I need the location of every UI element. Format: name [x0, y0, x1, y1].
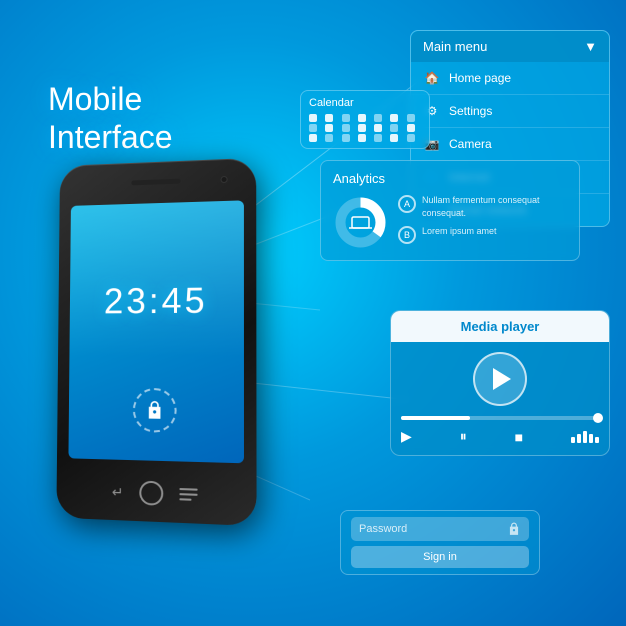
menu-dropdown-arrow[interactable]: ▼: [584, 39, 597, 54]
menu-header-label: Main menu: [423, 39, 487, 54]
page-title: Mobile Interface: [48, 80, 173, 157]
password-label: Password: [359, 523, 501, 535]
cal-dot: [407, 134, 415, 142]
cal-dot: [390, 114, 398, 122]
cal-dot: [342, 134, 350, 142]
phone-nav-buttons: ↵: [57, 478, 257, 510]
analytics-content: A Nullam fermentum consequat consequat. …: [333, 194, 567, 250]
menu-item-settings[interactable]: ⚙ Settings: [411, 95, 609, 128]
scrubber-fill: [401, 416, 470, 420]
media-scrubber[interactable]: [401, 416, 599, 420]
pause-control-icon[interactable]: ⏸: [460, 428, 467, 445]
scrubber-dot: [593, 413, 603, 423]
media-player-header: Media player: [391, 311, 609, 342]
calendar-label: Calendar: [309, 97, 421, 109]
analytics-row-b: B Lorem ipsum amet: [398, 225, 567, 244]
home-button: [139, 481, 163, 506]
cal-dot: [374, 124, 382, 132]
password-lock-icon: [507, 522, 521, 536]
phone-speaker: [131, 179, 180, 186]
media-player-panel: Media player ▶ ⏸ ■: [390, 310, 610, 456]
password-row: Password: [351, 517, 529, 541]
phone-screen: 23:45: [68, 200, 244, 463]
analytics-desc-a: Nullam fermentum consequat consequat.: [422, 194, 567, 219]
phone-lock-circle: [133, 388, 177, 433]
cal-dot: [342, 114, 350, 122]
media-controls: ▶ ⏸ ■: [401, 428, 599, 445]
play-control-icon[interactable]: ▶: [401, 428, 412, 445]
cal-dot: [325, 114, 333, 122]
phone-body: 23:45 ↵: [56, 158, 256, 526]
menu-item-home-label: Home page: [449, 71, 511, 85]
stop-control-icon[interactable]: ■: [515, 429, 523, 445]
analytics-text: A Nullam fermentum consequat consequat. …: [398, 194, 567, 250]
analytics-panel: Analytics A Nullam fermentum consequat c…: [320, 160, 580, 261]
cal-dot: [374, 114, 382, 122]
phone-camera: [221, 176, 228, 183]
signin-button[interactable]: Sign in: [351, 546, 529, 568]
vol-bar-1: [571, 437, 575, 443]
media-player-body: ▶ ⏸ ■: [391, 342, 609, 455]
cal-dot: [325, 124, 333, 132]
panels-area: Main menu ▼ 🏠 Home page ⚙ Settings 📷 Cam…: [300, 30, 610, 600]
signin-panel: Password Sign in: [340, 510, 540, 575]
cal-dot: [407, 114, 415, 122]
analytics-label-a: A: [398, 195, 416, 213]
cal-dot: [390, 124, 398, 132]
menu-item-settings-label: Settings: [449, 104, 492, 118]
menu-item-home[interactable]: 🏠 Home page: [411, 62, 609, 95]
back-button-icon: ↵: [112, 483, 124, 501]
calendar-panel: Calendar: [300, 90, 430, 149]
home-icon: 🏠: [423, 69, 441, 87]
cal-dot: [358, 124, 366, 132]
cal-dot: [309, 114, 317, 122]
cal-dot: [374, 134, 382, 142]
cal-dot: [342, 124, 350, 132]
analytics-desc-b: Lorem ipsum amet: [422, 225, 497, 238]
media-play-button[interactable]: [473, 352, 527, 406]
play-icon: [493, 368, 511, 390]
volume-indicator: [571, 431, 599, 443]
analytics-row-a: A Nullam fermentum consequat consequat.: [398, 194, 567, 219]
analytics-header: Analytics: [333, 171, 567, 186]
donut-chart: [333, 195, 388, 250]
menu-header: Main menu ▼: [411, 31, 609, 62]
menu-item-camera-label: Camera: [449, 137, 492, 151]
cal-dot: [358, 134, 366, 142]
cal-dot: [309, 134, 317, 142]
lock-icon: [145, 400, 165, 420]
title-area: Mobile Interface: [48, 80, 173, 157]
scrubber-track[interactable]: [401, 416, 599, 420]
cal-dot: [309, 124, 317, 132]
phone-mockup: 23:45 ↵: [55, 160, 255, 520]
vol-bar-5: [595, 437, 599, 443]
menu-button: [179, 488, 197, 501]
vol-bar-3: [583, 431, 587, 443]
phone-time: 23:45: [104, 280, 208, 323]
cal-dot: [358, 114, 366, 122]
vol-bar-4: [589, 434, 593, 443]
calendar-grid: [309, 114, 421, 142]
analytics-label-b: B: [398, 226, 416, 244]
cal-dot: [407, 124, 415, 132]
cal-dot: [325, 134, 333, 142]
menu-item-camera[interactable]: 📷 Camera: [411, 128, 609, 161]
cal-dot: [390, 134, 398, 142]
vol-bar-2: [577, 434, 581, 443]
